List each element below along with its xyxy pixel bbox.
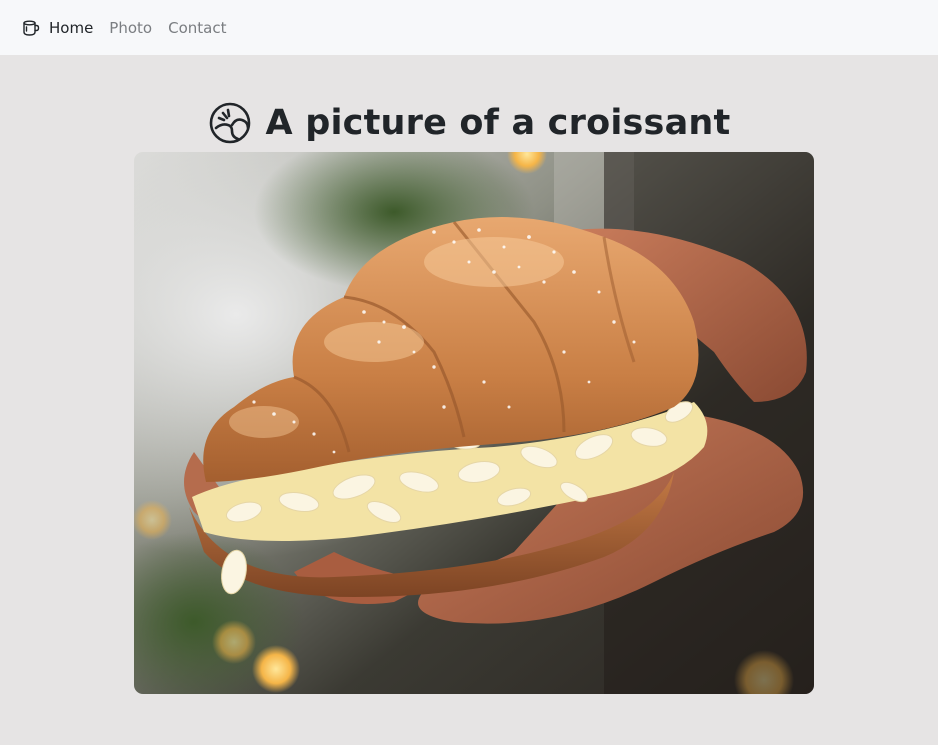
croissant-photo — [134, 152, 814, 694]
page-title: A picture of a croissant — [265, 103, 731, 143]
nav-item-contact[interactable]: Contact — [168, 18, 226, 38]
navbar: Home Photo Contact — [0, 0, 938, 55]
croissant-icon — [208, 101, 252, 145]
nav-home-link[interactable]: Home — [22, 18, 93, 38]
nav-item-photo[interactable]: Photo — [109, 18, 152, 38]
page-header: A picture of a croissant — [0, 98, 938, 148]
mug-icon — [22, 19, 40, 37]
nav-item-home: Home — [49, 18, 94, 37]
